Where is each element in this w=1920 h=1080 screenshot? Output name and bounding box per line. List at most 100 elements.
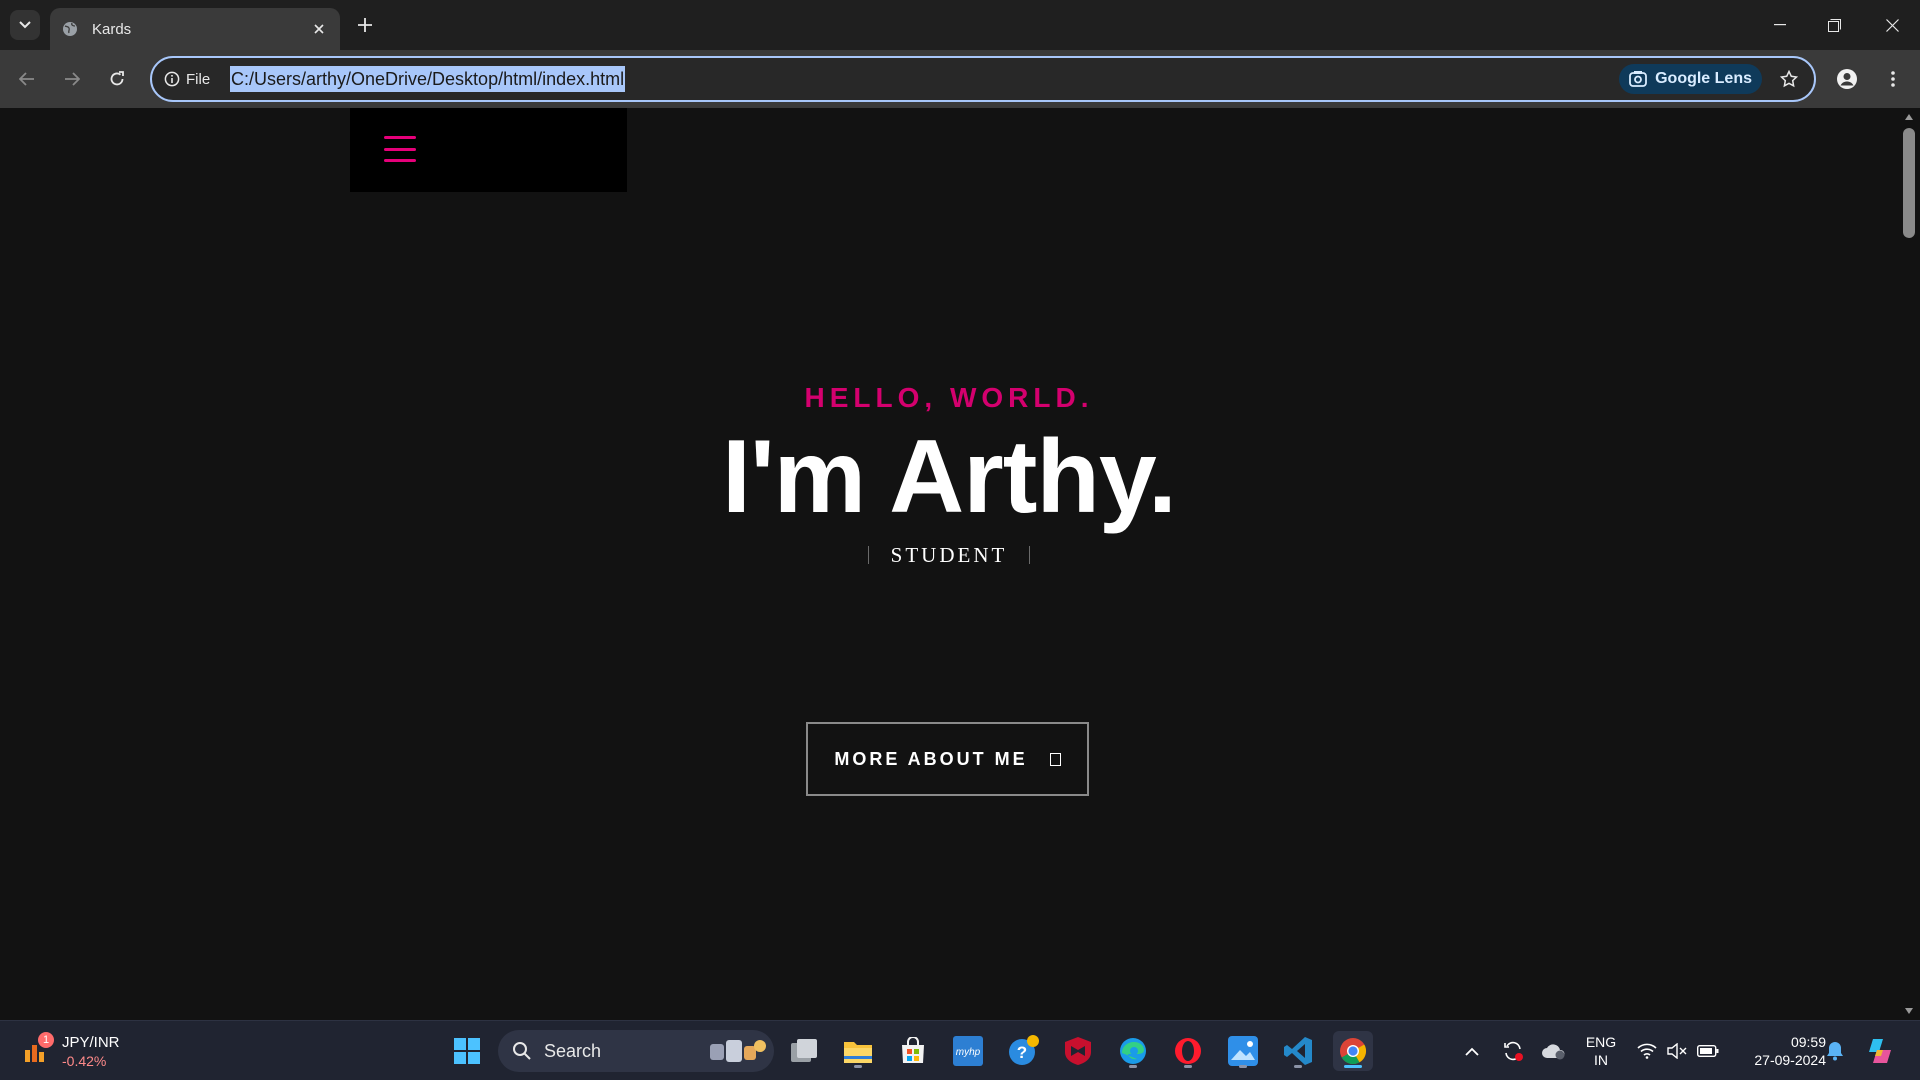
restore-button[interactable]: [1806, 0, 1862, 50]
tab-title: Kards: [92, 20, 132, 38]
more-vertical-icon: [1891, 71, 1895, 87]
role-text: STUDENT: [890, 542, 1008, 567]
opera-button[interactable]: [1168, 1031, 1208, 1071]
browser-titlebar: Kards: [0, 0, 1920, 50]
windows-logo-icon: [454, 1038, 480, 1064]
chevron-up-icon: [1465, 1047, 1479, 1056]
stock-widget[interactable]: 1 JPY/INR -0.42%: [22, 1029, 120, 1073]
url-text[interactable]: C:/Users/arthy/OneDrive/Desktop/html/ind…: [230, 66, 626, 92]
tab-search-button[interactable]: [10, 10, 40, 40]
hero-greeting: HELLO, WORLD.: [804, 382, 1094, 413]
scroll-down-arrow[interactable]: [1904, 1006, 1914, 1016]
start-button[interactable]: [447, 1031, 487, 1071]
close-icon: [314, 24, 324, 34]
copilot-icon: [1869, 1039, 1891, 1063]
region-code: IN: [1594, 1052, 1608, 1068]
opera-icon: [1175, 1038, 1201, 1064]
scroll-thumb[interactable]: [1903, 128, 1915, 238]
currency-pair: JPY/INR: [62, 1033, 120, 1051]
battery-tray-icon[interactable]: [1696, 1031, 1720, 1071]
file-explorer-button[interactable]: [838, 1031, 878, 1071]
cta-label: MORE ABOUT ME: [834, 748, 1028, 769]
site-header: [350, 108, 627, 192]
notification-badge: 1: [38, 1032, 54, 1048]
site-info-chip[interactable]: File: [164, 67, 210, 91]
battery-icon: [1697, 1045, 1719, 1057]
show-hidden-icons-button[interactable]: [1462, 1031, 1482, 1071]
forward-button[interactable]: [55, 62, 89, 96]
bell-icon: [1827, 1042, 1843, 1061]
taskbar-clock[interactable]: 09:59 27-09-2024: [1736, 1033, 1826, 1069]
tab-close-button[interactable]: [306, 16, 332, 42]
profile-icon: [1837, 69, 1857, 89]
bookmark-button[interactable]: [1776, 66, 1802, 92]
onedrive-tray-icon[interactable]: [1540, 1031, 1568, 1071]
help-icon: ?: [1009, 1035, 1039, 1065]
restore-icon: [1827, 18, 1841, 32]
minimize-icon: [1774, 24, 1786, 26]
photos-button[interactable]: [1223, 1031, 1263, 1071]
address-bar[interactable]: File C:/Users/arthy/OneDrive/Desktop/htm…: [150, 56, 1816, 102]
scroll-up-arrow[interactable]: [1904, 112, 1914, 122]
vscode-icon: [1284, 1037, 1312, 1065]
browser-menu-button[interactable]: [1878, 64, 1908, 94]
edge-button[interactable]: [1113, 1031, 1153, 1071]
star-icon: [1780, 70, 1798, 88]
myhp-button[interactable]: myhp: [948, 1031, 988, 1071]
mcafee-shield-icon: [1065, 1037, 1091, 1065]
volume-tray-icon[interactable]: [1666, 1031, 1688, 1071]
task-view-icon: [791, 1039, 817, 1062]
vscode-button[interactable]: [1278, 1031, 1318, 1071]
reload-icon: [110, 71, 124, 86]
close-window-button[interactable]: [1864, 0, 1920, 50]
taskbar-search[interactable]: Search: [498, 1030, 774, 1072]
language-code: ENG: [1585, 1034, 1617, 1050]
more-about-me-button[interactable]: MORE ABOUT ME: [806, 722, 1089, 796]
arrow-left-icon: [19, 72, 34, 86]
windows-taskbar: 1 JPY/INR -0.42% Search myhp ? ENG IN 09…: [0, 1020, 1920, 1080]
photos-icon: [1228, 1036, 1258, 1066]
lens-icon: [1629, 71, 1647, 87]
hamburger-menu-icon[interactable]: [384, 136, 416, 162]
clock-date: 27-09-2024: [1754, 1052, 1826, 1068]
arrow-right-icon: [65, 72, 80, 86]
volume-muted-icon: [1667, 1043, 1687, 1059]
notification-center-button[interactable]: [1824, 1031, 1846, 1071]
profile-button[interactable]: [1832, 64, 1862, 94]
search-label: Search: [544, 1040, 602, 1061]
clock-time: 09:59: [1790, 1034, 1826, 1050]
edge-icon: [1120, 1038, 1146, 1064]
cloud-icon: [1542, 1044, 1565, 1060]
microsoft-store-button[interactable]: [893, 1031, 933, 1071]
svg-text:?: ?: [1017, 1043, 1027, 1062]
input-language-indicator[interactable]: ENG IN: [1580, 1033, 1622, 1069]
divider: [1029, 546, 1031, 564]
info-icon: [164, 71, 180, 87]
reload-button[interactable]: [100, 62, 134, 96]
wifi-tray-icon[interactable]: [1636, 1031, 1658, 1071]
copilot-button[interactable]: [1864, 1031, 1896, 1071]
divider: [867, 546, 869, 564]
mcafee-button[interactable]: [1058, 1031, 1098, 1071]
wifi-icon: [1637, 1043, 1657, 1059]
google-lens-button[interactable]: Google Lens: [1619, 64, 1762, 94]
search-icon: [513, 1042, 531, 1060]
triangle-up-icon: [1905, 114, 1913, 120]
chrome-button[interactable]: [1333, 1031, 1373, 1071]
currency-change: -0.42%: [62, 1052, 107, 1069]
back-button[interactable]: [10, 62, 44, 96]
hero-role: STUDENT: [0, 540, 1898, 570]
svg-text:myhp: myhp: [956, 1047, 981, 1058]
new-tab-button[interactable]: [350, 10, 380, 40]
stock-text: JPY/INR -0.42%: [62, 1034, 120, 1069]
page-scrollbar[interactable]: [1898, 108, 1920, 1020]
hero-section: HELLO, WORLD. I'm Arthy. STUDENT: [0, 378, 1898, 570]
triangle-down-icon: [1905, 1008, 1913, 1014]
myhp-icon: myhp: [953, 1036, 983, 1066]
hero-name: I'm Arthy.: [722, 419, 1177, 535]
task-view-button[interactable]: [784, 1031, 824, 1071]
browser-tab[interactable]: Kards: [50, 8, 340, 50]
sync-tray-icon[interactable]: [1500, 1031, 1526, 1071]
help-app-button[interactable]: ?: [1003, 1031, 1043, 1071]
minimize-button[interactable]: [1752, 0, 1808, 50]
